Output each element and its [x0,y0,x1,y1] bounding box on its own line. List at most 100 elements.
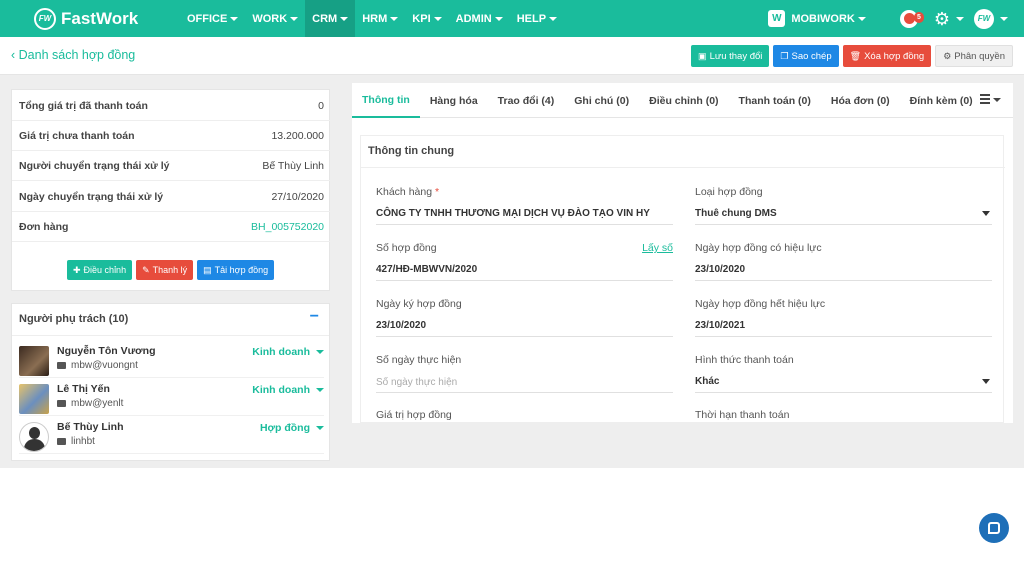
contract-type-value: Thuê chung DMS [695,208,777,219]
customer-field[interactable]: Khách hàng * CÔNG TY TNHH THƯƠNG MẠI DỊC… [376,186,673,231]
execution-days-input[interactable] [376,373,673,391]
contract-summary-card: Tổng giá trị đã thanh toán 0 Giá trị chưa… [11,89,331,291]
field-label: Ngày hợp đồng hết hiệu lực [695,298,826,310]
tab-products[interactable]: Hàng hóa [420,83,488,118]
caret-down-icon [290,16,299,21]
payment-method-select[interactable]: Hình thức thanh toán Khác [695,354,992,399]
chat-support-button[interactable] [979,513,1009,543]
field-underline [376,280,673,281]
field-label: Ngày ký hợp đồng [376,298,462,310]
envelope-icon [57,438,66,445]
effective-date-field[interactable]: Ngày hợp đồng có hiệu lực 23/10/2020 [695,242,992,287]
caret-down-icon [982,379,990,384]
owner-item: Lê Thị Yến mbw@yenlt Kinh doanh [19,378,324,416]
menu-hrm[interactable]: HRM [355,0,405,37]
summary-label: Đơn hàng [19,220,69,233]
tab-menu-button[interactable] [980,94,1001,106]
contract-number-field[interactable]: Số hợp đồng Lấy số 427/HĐ-MBWVN/2020 [376,242,673,287]
tab-discussion[interactable]: Trao đổi (4) [488,83,565,118]
tab-payments[interactable]: Thanh toán (0) [729,83,821,118]
role-dropdown[interactable]: Kinh doanh [252,346,324,358]
role-dropdown[interactable]: Kinh doanh [252,384,324,396]
button-label: Lưu thay đổi [709,50,763,62]
expiry-date-field[interactable]: Ngày hợp đồng hết hiệu lực 23/10/2021 [695,298,992,343]
menu-admin[interactable]: ADMIN [449,0,510,37]
detail-tabs: Thông tin Hàng hóa Trao đổi (4) Ghi chú … [352,83,1013,118]
contract-value-field[interactable]: Giá trị hợp đồng [376,409,673,423]
user-avatar[interactable]: FW [974,8,994,29]
copy-button[interactable]: ❐ Sao chép [773,45,839,67]
download-contract-button[interactable]: ▤ Tải hợp đồng [197,260,275,280]
menu-crm[interactable]: CRM [305,0,356,37]
logo-badge: FW [34,7,56,30]
caret-down-icon [316,426,324,430]
button-label: Tải hợp đồng [214,265,269,275]
avatar [19,384,49,414]
contract-type-select[interactable]: Loại hợp đồng Thuê chung DMS [695,186,992,231]
tab-info[interactable]: Thông tin [352,83,420,118]
role-dropdown[interactable]: Hợp đồng [260,422,324,434]
contract-detail-panel: Thông tin Hàng hóa Trao đổi (4) Ghi chú … [352,83,1013,423]
notification-bell-icon[interactable]: 5 [899,9,924,28]
tab-notes[interactable]: Ghi chú (0) [564,83,639,118]
button-label: Xóa hợp đồng [864,50,925,62]
sign-date-field[interactable]: Ngày ký hợp đồng 23/10/2020 [376,298,673,343]
field-label: Ngày hợp đồng có hiệu lực [695,242,822,254]
permission-button[interactable]: ⚙ Phân quyền [935,45,1013,67]
summary-row: Người chuyển trạng thái xử lý Bế Thùy Lin… [12,151,331,181]
owner-email: linhbt [57,436,95,447]
collapse-icon[interactable]: − [310,308,319,326]
default-avatar-icon [19,422,49,452]
back-to-contract-list-link[interactable]: ‹ Danh sách hợp đồng [11,48,135,62]
menu-work[interactable]: WORK [245,0,305,37]
summary-value: 27/10/2020 [271,190,324,203]
menu-label: WORK [252,12,288,25]
divider [361,167,1005,168]
field-label: Hình thức thanh toán [695,354,794,366]
owner-item: Bế Thùy Linh linhbt Hợp đồng [19,416,324,454]
role-label: Kinh doanh [252,384,310,396]
email-text: mbw@vuongnt [71,360,138,371]
get-number-link[interactable]: Lấy số [642,242,673,254]
field-underline [376,336,673,337]
contract-number-value: 427/HĐ-MBWVN/2020 [376,264,478,275]
tab-invoices[interactable]: Hóa đơn (0) [821,83,900,118]
summary-label: Tổng giá trị đã thanh toán [19,99,148,112]
menu-kpi[interactable]: KPI [405,0,448,37]
tab-adjustments[interactable]: Điều chỉnh (0) [639,83,728,118]
edit-icon: ✎ [142,264,150,275]
summary-value: 13.200.000 [271,129,324,142]
caret-down-icon [340,16,349,21]
field-label: Loại hợp đồng [695,186,763,198]
payment-term-field[interactable]: Thời hạn thanh toán [695,409,992,423]
company-switcher[interactable]: W MOBIWORK [768,10,882,27]
delete-contract-button[interactable]: 🗑 Xóa hợp đồng [842,45,932,67]
main-menu: OFFICE WORK CRM HRM KPI ADMIN HELP [180,0,564,37]
fastwork-logo[interactable]: FW FastWork [34,7,180,30]
summary-label: Giá trị chưa thanh toán [19,129,135,142]
gear-icon[interactable]: ⚙ [934,10,950,28]
menu-help[interactable]: HELP [510,0,564,37]
field-label: Thời hạn thanh toán [695,409,790,421]
email-text: mbw@yenlt [71,398,124,409]
field-underline [695,280,992,281]
liquidate-button[interactable]: ✎ Thanh lý [136,260,194,280]
trash-icon: 🗑 [849,50,862,61]
adjust-button[interactable]: ✚ Điều chỉnh [67,260,133,280]
owners-card: Người phụ trách (10) − Nguyễn Tôn Vương … [11,303,330,461]
tab-attachments[interactable]: Đính kèm (0) [900,83,983,118]
field-underline [376,392,673,393]
menu-office[interactable]: OFFICE [180,0,245,37]
copy-icon: ❐ [780,50,789,61]
save-icon: ▣ [698,50,707,61]
summary-actions: ✚ Điều chỉnh ✎ Thanh lý ▤ Tải hợp đồng [67,260,275,280]
field-label: Số ngày thực hiện [376,354,462,366]
envelope-icon [57,400,66,407]
save-changes-button[interactable]: ▣ Lưu thay đổi [691,45,770,67]
notification-count: 5 [913,11,924,23]
button-label: Sao chép [791,50,832,62]
order-link[interactable]: BH_005752020 [251,221,324,233]
caret-down-icon [316,350,324,354]
caret-down-icon [494,16,503,21]
email-text: linhbt [71,436,95,447]
